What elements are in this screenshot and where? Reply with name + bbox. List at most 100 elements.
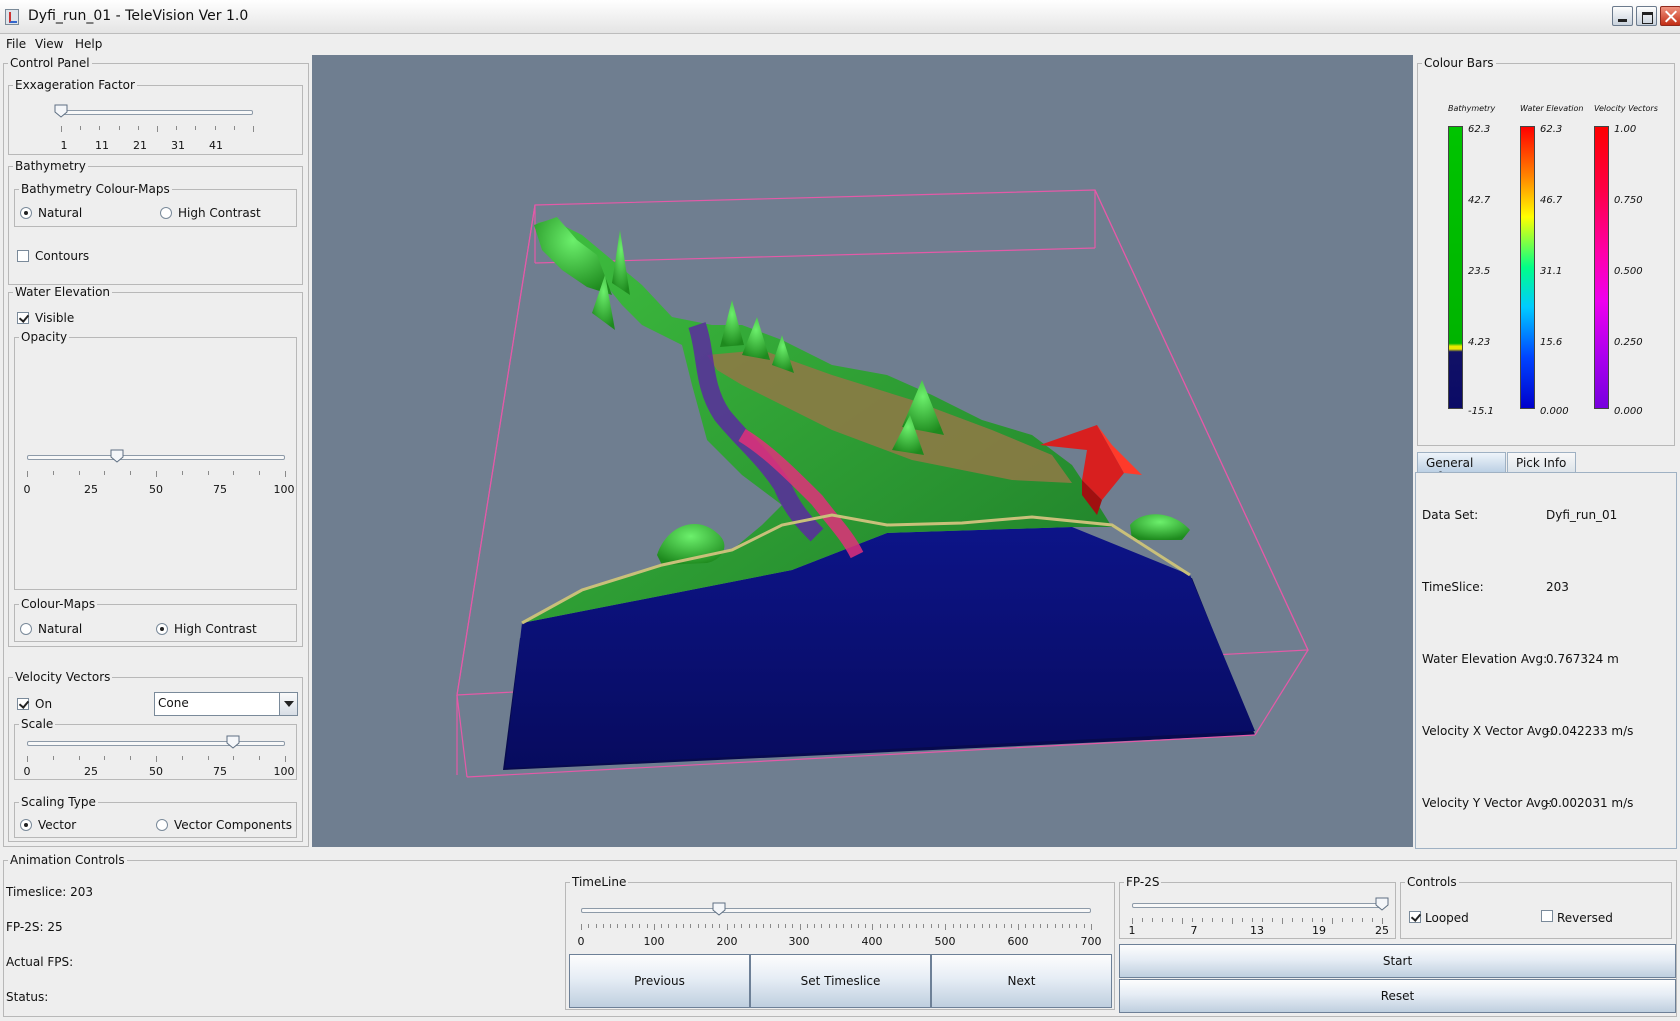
- slider-tick: [763, 924, 765, 928]
- bathymetry-colour-maps-title: Bathymetry Colour-Maps: [19, 182, 172, 196]
- fps-label: 19: [1312, 924, 1326, 937]
- water-visible-label: Visible: [35, 311, 75, 325]
- water-elevation-bar-label: 31.1: [1540, 266, 1563, 277]
- slider-tick: [704, 924, 706, 928]
- water-natural-radio[interactable]: [20, 623, 32, 635]
- slider-tick: [1054, 924, 1056, 928]
- timeline-group: TimeLine 0 100 200 300 400 500 600 700 P…: [565, 875, 1115, 1010]
- menu-help[interactable]: Help: [69, 34, 108, 54]
- velocity-on-checkbox[interactable]: [17, 698, 29, 710]
- scale-slider-thumb[interactable]: [226, 735, 240, 749]
- slider-tick: [617, 924, 619, 928]
- minimize-button[interactable]: [1612, 6, 1633, 26]
- reset-button[interactable]: Reset: [1119, 979, 1676, 1013]
- start-button[interactable]: Start: [1119, 944, 1676, 978]
- bathymetry-bar-label: 62.3: [1468, 124, 1491, 135]
- fps-slider-track[interactable]: [1132, 903, 1382, 908]
- water-elevation-bar-label: 62.3: [1540, 124, 1563, 135]
- exaggeration-title: Exxageration Factor: [13, 78, 137, 92]
- bathymetry-natural-radio[interactable]: [20, 207, 32, 219]
- menu-bar: File View Help: [0, 34, 1680, 54]
- timeline-label: 700: [1080, 935, 1102, 948]
- water-high-contrast-label: High Contrast: [174, 622, 257, 636]
- fps-slider-thumb[interactable]: [1375, 897, 1389, 911]
- scale-slider-track[interactable]: [27, 741, 285, 746]
- slider-tick: [1091, 924, 1092, 930]
- velocity-on-label: On: [35, 697, 53, 711]
- slider-tick: [27, 471, 28, 477]
- opacity-slider-track[interactable]: [27, 455, 285, 460]
- water-visible-checkbox[interactable]: [17, 312, 29, 324]
- slider-tick: [974, 924, 976, 928]
- water-colour-maps-group: Colour-Maps Natural High Contrast: [14, 597, 297, 642]
- set-timeslice-button-label: Set Timeslice: [800, 974, 881, 988]
- slider-tick: [181, 756, 183, 760]
- slider-tick: [1010, 924, 1012, 928]
- bathymetry-bar-label: 4.23: [1468, 337, 1491, 348]
- opacity-label: 25: [84, 483, 98, 496]
- water-natural-label: Natural: [38, 622, 83, 636]
- water-high-contrast-radio[interactable]: [156, 623, 168, 635]
- exaggeration-label: 21: [133, 139, 147, 152]
- exaggeration-label: 41: [209, 139, 223, 152]
- timeline-label: 500: [934, 935, 956, 948]
- title-bar: Dyfi_run_01 - TeleVision Ver 1.0: [0, 0, 1680, 34]
- hill-peak: [720, 300, 744, 347]
- velocity-bar-label: 0.500: [1614, 266, 1643, 277]
- next-button[interactable]: Next: [931, 954, 1112, 1008]
- scale-label: 25: [84, 765, 98, 778]
- menu-file[interactable]: File: [0, 34, 32, 54]
- velocity-bar-label: 1.00: [1614, 124, 1637, 135]
- water-elevation-bar-title: Water Elevation: [1520, 104, 1584, 113]
- velocity-bar-title: Velocity Vectors: [1594, 104, 1658, 113]
- colour-bars-panel: Colour Bars Bathymetry 62.3 42.7 23.5 4.…: [1417, 56, 1675, 446]
- opacity-slider-thumb[interactable]: [110, 449, 124, 463]
- slider-tick: [1152, 918, 1153, 922]
- slider-tick: [908, 924, 910, 928]
- looped-checkbox[interactable]: [1409, 911, 1421, 923]
- scaling-components-label: Vector Components: [174, 818, 292, 832]
- scaling-vector-radio[interactable]: [20, 819, 32, 831]
- bathymetry-natural-label: Natural: [38, 206, 83, 220]
- contours-checkbox[interactable]: [17, 250, 29, 262]
- timeline-label: 400: [861, 935, 883, 948]
- vector-shape-select[interactable]: Cone: [154, 692, 298, 716]
- slider-tick: [1172, 918, 1173, 922]
- opacity-label: 100: [273, 483, 295, 496]
- maximize-button[interactable]: [1636, 6, 1657, 26]
- 3d-viewport[interactable]: [312, 55, 1413, 847]
- set-timeslice-button[interactable]: Set Timeslice: [750, 954, 931, 1008]
- menu-view[interactable]: View: [29, 34, 69, 54]
- slider-tick: [80, 126, 82, 130]
- tab-general-info[interactable]: General Info: [1417, 452, 1506, 484]
- slider-tick: [785, 924, 786, 928]
- 3d-scene[interactable]: [312, 55, 1413, 847]
- close-button[interactable]: [1660, 6, 1680, 26]
- exaggeration-slider-thumb[interactable]: [54, 104, 68, 118]
- tab-pick-info[interactable]: Pick Info: [1507, 452, 1576, 472]
- reversed-checkbox[interactable]: [1541, 910, 1553, 922]
- water-colour-maps-title: Colour-Maps: [19, 597, 98, 611]
- timeline-slider-thumb[interactable]: [712, 902, 726, 916]
- exaggeration-slider-track[interactable]: [61, 110, 253, 115]
- slider-tick: [661, 924, 663, 928]
- scaling-type-group: Scaling Type Vector Vector Components: [14, 795, 297, 838]
- timeline-label: 0: [577, 935, 585, 948]
- slider-tick: [207, 756, 209, 760]
- slider-tick: [624, 924, 626, 928]
- water-elevation-bar-label: 15.6: [1540, 337, 1563, 348]
- scaling-type-title: Scaling Type: [19, 795, 98, 809]
- slider-tick: [61, 126, 62, 132]
- chevron-down-icon[interactable]: [279, 693, 297, 715]
- slider-tick: [828, 924, 830, 928]
- slider-tick: [719, 924, 721, 928]
- controls-title: Controls: [1405, 875, 1459, 889]
- controls-group: Controls Looped Reversed: [1400, 875, 1672, 939]
- bathymetry-high-contrast-radio[interactable]: [160, 207, 172, 219]
- previous-button[interactable]: Previous: [569, 954, 750, 1008]
- slider-tick: [668, 924, 670, 928]
- timeline-slider-track[interactable]: [581, 908, 1091, 913]
- animation-controls-panel: Animation Controls Timeslice: 203 FP-2S:…: [3, 853, 1677, 1017]
- scaling-components-radio[interactable]: [156, 819, 168, 831]
- slider-tick: [595, 924, 597, 928]
